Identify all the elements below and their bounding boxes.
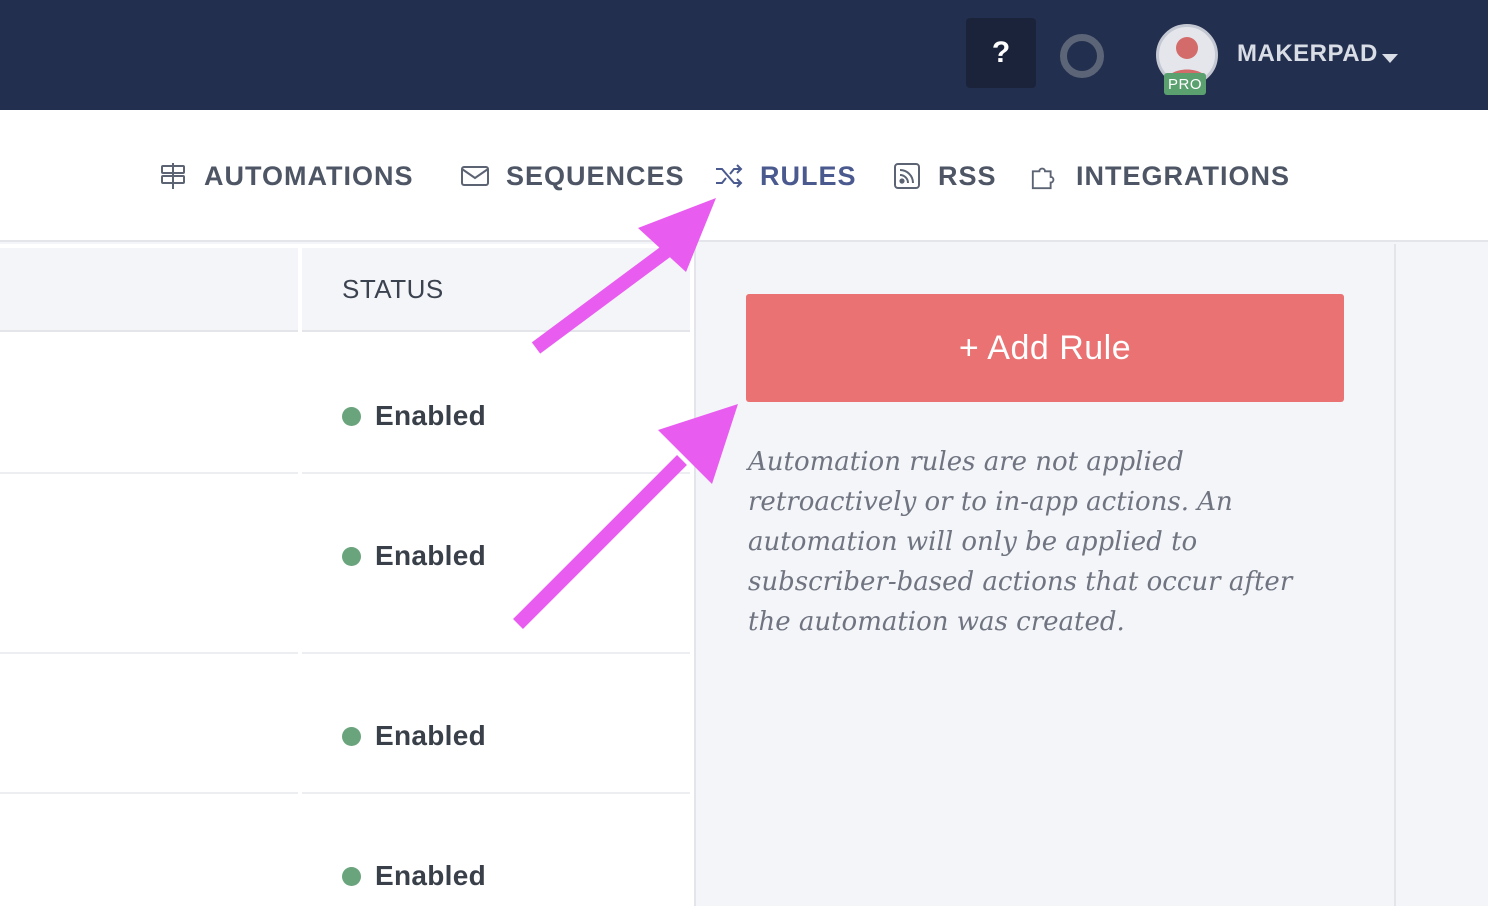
tab-rules[interactable]: RULES: [714, 156, 857, 196]
status-dot-icon: [342, 546, 361, 566]
tab-label: SEQUENCES: [506, 160, 685, 191]
pro-badge: PRO: [1164, 73, 1206, 95]
envelope-icon: [460, 161, 490, 191]
tab-automations[interactable]: AUTOMATIONS: [158, 156, 414, 196]
status-text: Enabled: [375, 540, 487, 571]
tab-label: RSS: [938, 160, 997, 191]
row-divider: [0, 472, 298, 474]
rss-icon: [892, 161, 922, 191]
status-column-header: STATUS: [302, 248, 690, 332]
add-rule-button[interactable]: + Add Rule: [746, 294, 1344, 402]
tab-rss[interactable]: RSS: [892, 156, 997, 196]
row-divider: [0, 652, 298, 654]
shuffle-icon: [714, 161, 744, 191]
panel-divider: [1394, 244, 1396, 906]
status-dot-icon: [342, 406, 361, 426]
row-divider: [0, 792, 298, 794]
top-navbar: ? PRO MAKERPAD: [0, 0, 1488, 110]
chevron-down-icon[interactable]: [1382, 54, 1398, 63]
table-row[interactable]: Enabled: [342, 540, 486, 572]
puzzle-icon: [1030, 161, 1060, 191]
row-divider: [302, 792, 690, 794]
tab-sequences[interactable]: SEQUENCES: [460, 156, 685, 196]
tab-label: RULES: [760, 160, 857, 191]
signpost-icon: [158, 161, 188, 191]
section-nav: AUTOMATIONS SEQUENCES RULES RSS INTEGRAT…: [0, 110, 1488, 242]
help-button[interactable]: ?: [966, 18, 1036, 88]
row-divider: [302, 652, 690, 654]
tab-label: AUTOMATIONS: [204, 160, 414, 191]
tab-integrations[interactable]: INTEGRATIONS: [1030, 156, 1290, 196]
status-text: Enabled: [375, 720, 487, 751]
table-row[interactable]: Enabled: [342, 400, 486, 432]
loading-spinner-icon: [1060, 34, 1104, 78]
status-dot-icon: [342, 866, 361, 886]
help-text: Automation rules are not applied retroac…: [748, 447, 1293, 637]
account-menu[interactable]: MAKERPAD: [1237, 40, 1378, 68]
status-text: Enabled: [375, 860, 487, 891]
rules-table: STATUS Enabled Enabled Enabled Enabled: [0, 244, 694, 906]
tab-label: INTEGRATIONS: [1076, 160, 1290, 191]
status-text: Enabled: [375, 400, 487, 431]
table-row[interactable]: Enabled: [342, 720, 486, 752]
panel-divider: [694, 244, 696, 906]
table-header-cell: [0, 248, 298, 332]
status-dot-icon: [342, 726, 361, 746]
table-row[interactable]: Enabled: [342, 860, 486, 892]
row-divider: [302, 472, 690, 474]
